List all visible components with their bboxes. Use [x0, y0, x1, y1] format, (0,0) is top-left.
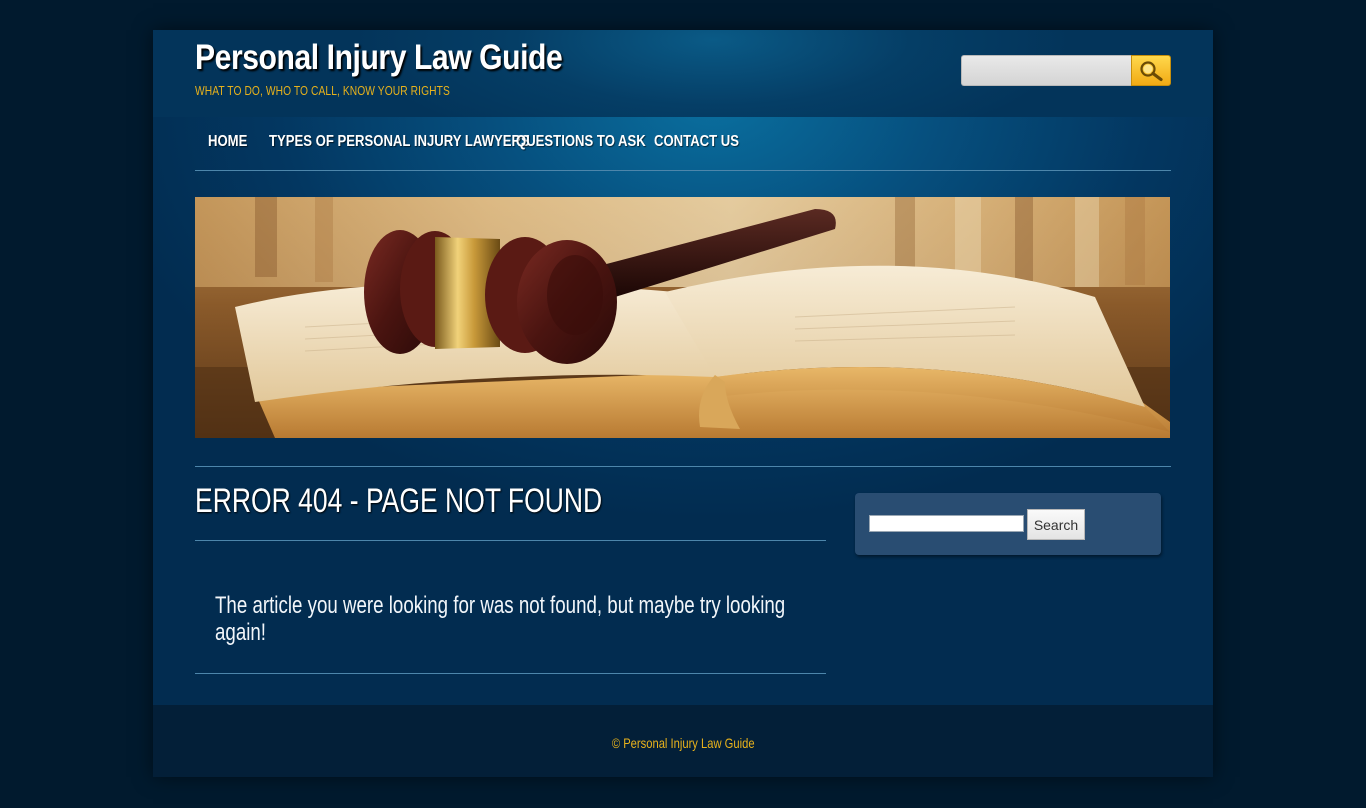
- gavel-book-illustration: [195, 197, 1170, 438]
- site-tagline: WHAT TO DO, WHO TO CALL, KNOW YOUR RIGHT…: [195, 84, 450, 98]
- content-divider: [195, 466, 1171, 467]
- nav-item-home[interactable]: HOME: [208, 133, 247, 151]
- sidebar-search-input[interactable]: [869, 515, 1024, 532]
- header-search-form: [961, 55, 1171, 86]
- nav-item-contact-us[interactable]: CONTACT US: [654, 133, 739, 151]
- site-header: Personal Injury Law Guide WHAT TO DO, WH…: [153, 30, 1213, 117]
- page-title: ERROR 404 - PAGE NOT FOUND: [195, 482, 603, 520]
- footer-text-wrap: © Personal Injury Law Guide: [153, 735, 1213, 751]
- page-container: Personal Injury Law Guide WHAT TO DO, WH…: [153, 30, 1213, 777]
- main-nav: HOME TYPES OF PERSONAL INJURY LAWYERS QU…: [195, 117, 1171, 171]
- banner-image: [195, 197, 1170, 438]
- title-divider: [195, 540, 826, 541]
- header-search-button[interactable]: [1131, 55, 1171, 86]
- magnifier-icon: [1140, 61, 1163, 82]
- nav-item-questions-to-ask[interactable]: QUESTIONS TO ASK: [516, 133, 646, 151]
- message-divider: [195, 673, 826, 674]
- site-title[interactable]: Personal Injury Law Guide: [195, 38, 563, 78]
- footer-copyright: © Personal Injury Law Guide: [611, 735, 755, 751]
- header-search-input[interactable]: [961, 55, 1136, 86]
- sidebar-search-widget: Search: [855, 493, 1161, 555]
- sidebar-search-button[interactable]: Search: [1027, 509, 1085, 540]
- nav-item-types-of-lawyers[interactable]: TYPES OF PERSONAL INJURY LAWYERS: [269, 133, 530, 151]
- error-message: The article you were looking for was not…: [215, 592, 786, 646]
- site-footer: © Personal Injury Law Guide: [153, 705, 1213, 777]
